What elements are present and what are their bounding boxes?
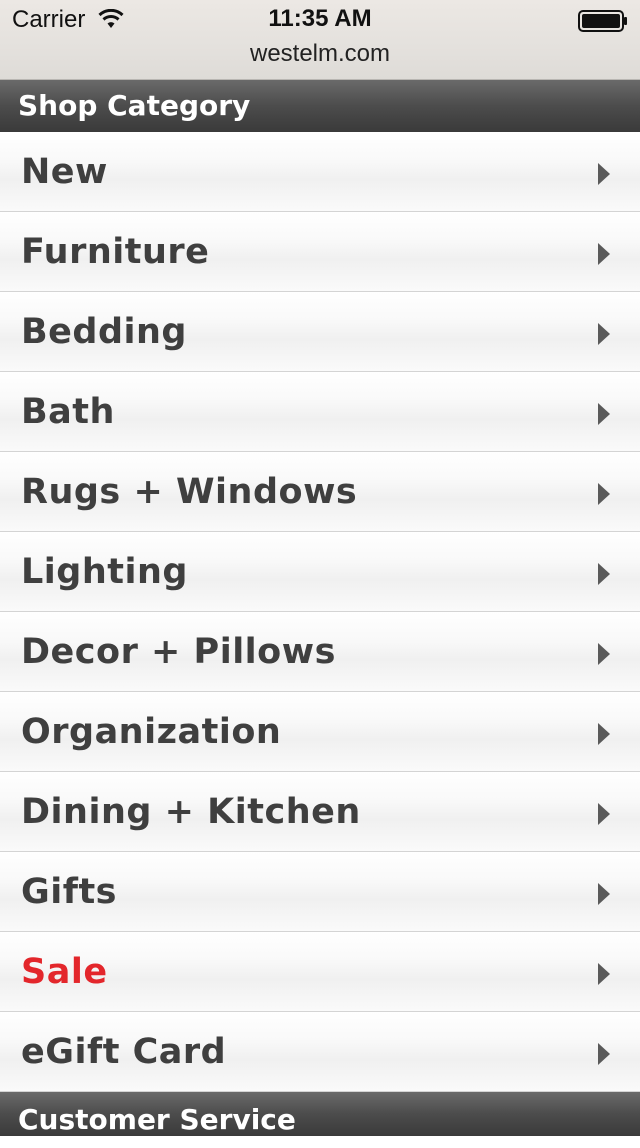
chevron-right-icon	[598, 483, 610, 505]
chevron-right-icon	[598, 723, 610, 745]
category-label: Dining + Kitchen	[21, 792, 361, 832]
category-item-organization[interactable]: Organization	[0, 692, 640, 772]
category-label: Lighting	[21, 552, 188, 592]
category-label: Rugs + Windows	[21, 472, 358, 512]
status-time: 11:35 AM	[268, 5, 372, 32]
chevron-right-icon	[598, 963, 610, 985]
category-item-dining-kitchen[interactable]: Dining + Kitchen	[0, 772, 640, 852]
category-label: Furniture	[21, 232, 210, 272]
chevron-right-icon	[598, 883, 610, 905]
chevron-right-icon	[598, 403, 610, 425]
category-label: Decor + Pillows	[21, 632, 336, 672]
category-item-gifts[interactable]: Gifts	[0, 852, 640, 932]
category-label: New	[21, 152, 108, 192]
chevron-right-icon	[598, 643, 610, 665]
chevron-right-icon	[598, 163, 610, 185]
status-bar: Carrier 11:35 AM westelm.com	[0, 0, 640, 80]
category-item-bath[interactable]: Bath	[0, 372, 640, 452]
category-label-sale: Sale	[21, 952, 108, 992]
address-url[interactable]: westelm.com	[0, 40, 640, 68]
category-item-egift-card[interactable]: eGift Card	[0, 1012, 640, 1092]
category-label: Bedding	[21, 312, 187, 352]
category-item-sale[interactable]: Sale	[0, 932, 640, 1012]
chevron-right-icon	[598, 1043, 610, 1065]
chevron-right-icon	[598, 323, 610, 345]
category-item-bedding[interactable]: Bedding	[0, 292, 640, 372]
category-item-rugs-windows[interactable]: Rugs + Windows	[0, 452, 640, 532]
category-item-new[interactable]: New	[0, 132, 640, 212]
battery-full-icon	[578, 10, 627, 32]
category-list: New Furniture Bedding Bath Rugs + Window…	[0, 132, 640, 1092]
chevron-right-icon	[598, 563, 610, 585]
customer-service-header: Customer Service	[0, 1092, 640, 1136]
category-item-decor-pillows[interactable]: Decor + Pillows	[0, 612, 640, 692]
shop-category-header: Shop Category	[0, 80, 640, 132]
category-label: Organization	[21, 712, 282, 752]
chevron-right-icon	[598, 803, 610, 825]
category-label: eGift Card	[21, 1032, 227, 1072]
chevron-right-icon	[598, 243, 610, 265]
category-label: Bath	[21, 392, 115, 432]
category-item-lighting[interactable]: Lighting	[0, 532, 640, 612]
category-item-furniture[interactable]: Furniture	[0, 212, 640, 292]
category-label: Gifts	[21, 872, 118, 912]
